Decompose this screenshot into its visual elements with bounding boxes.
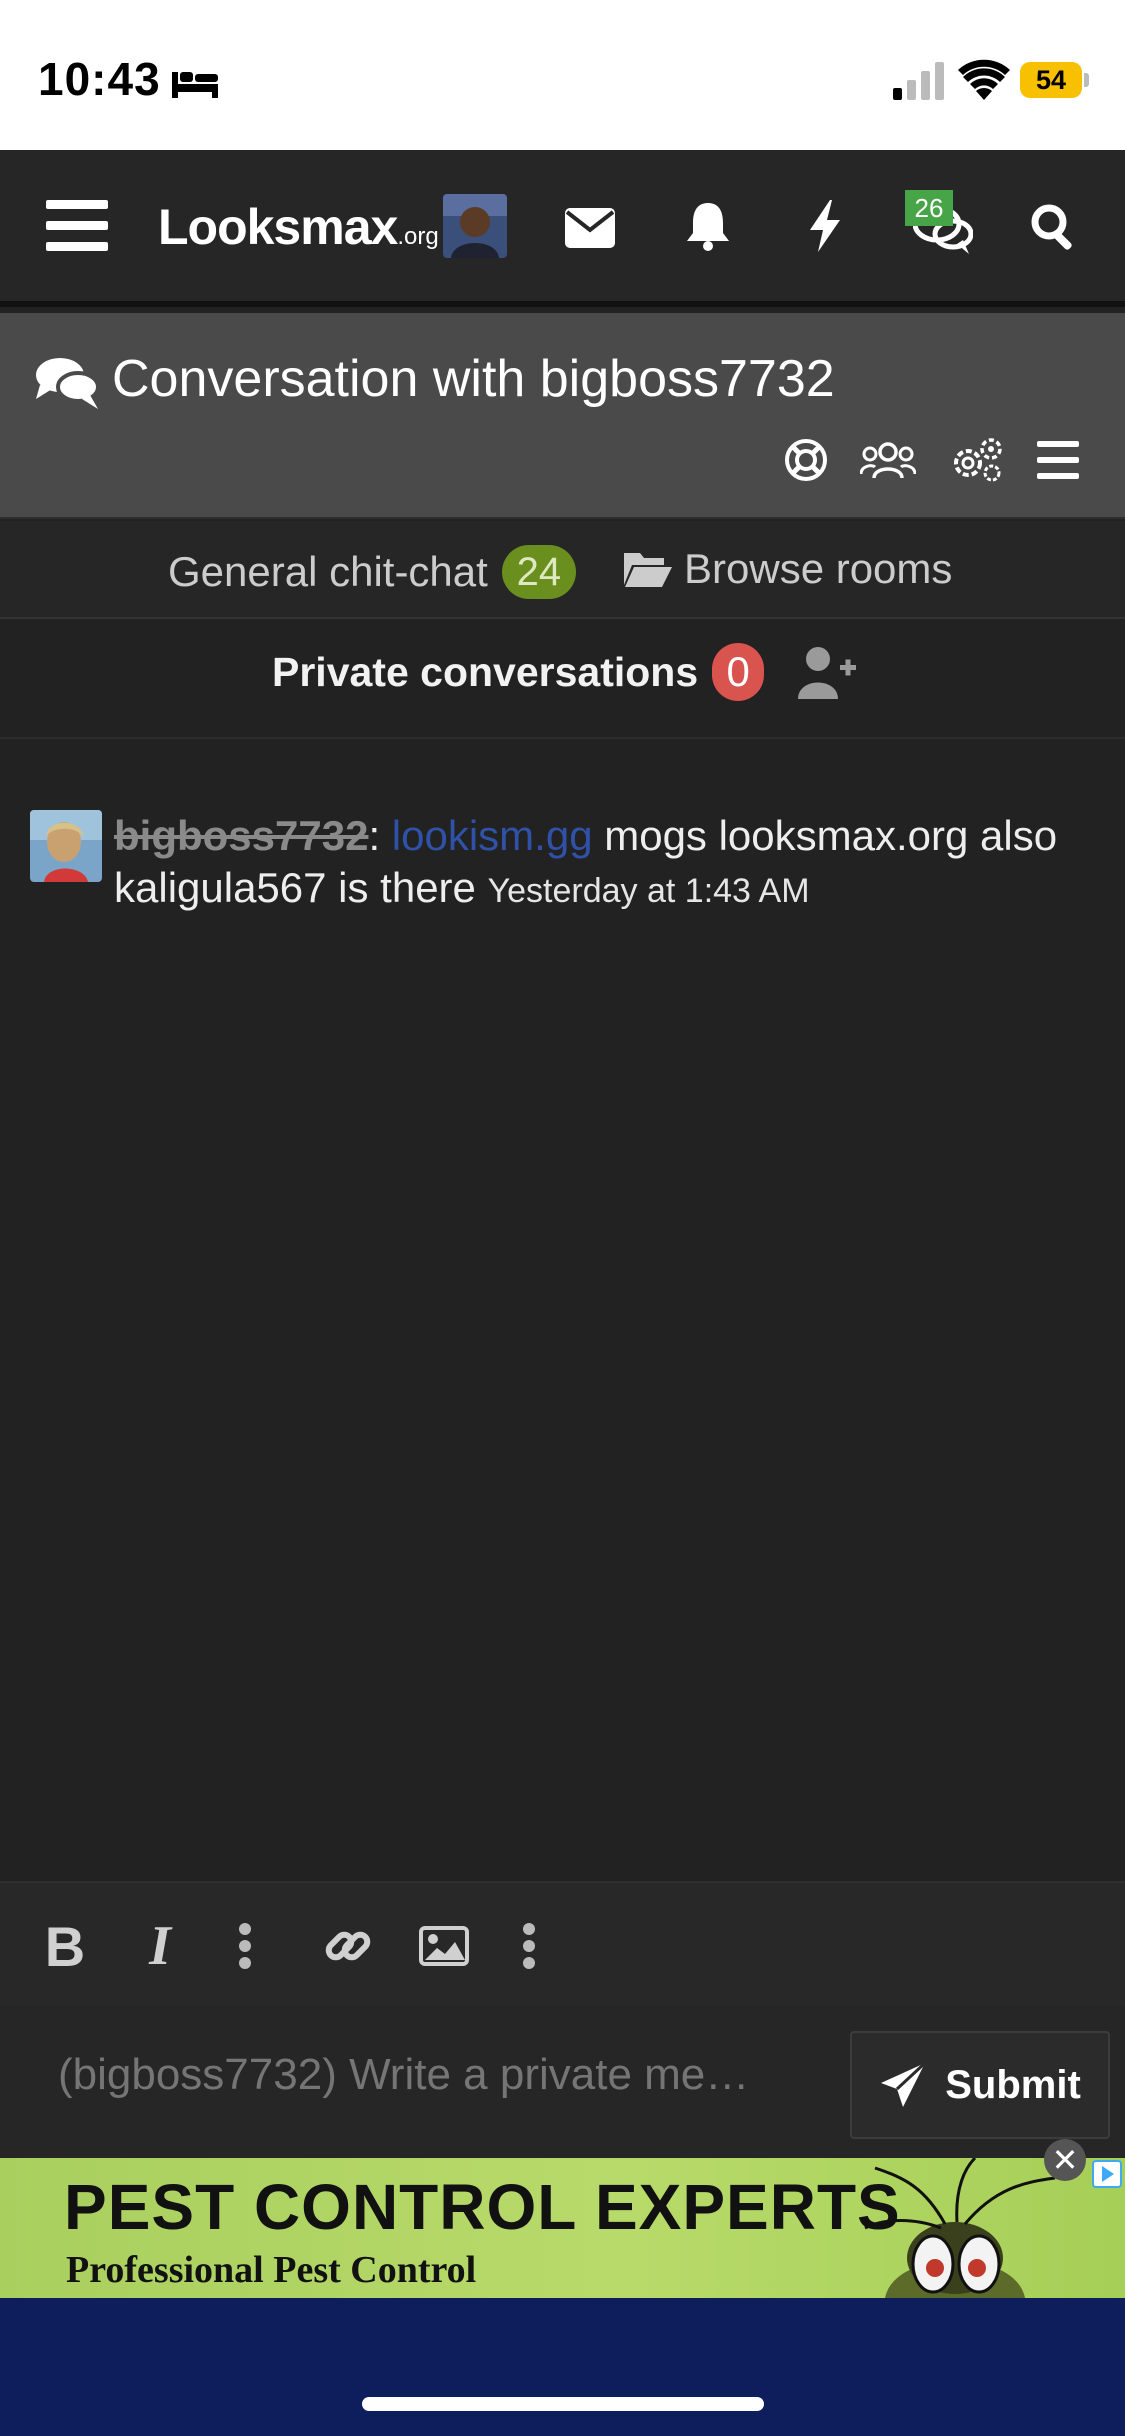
status-time: 10:43 <box>38 53 161 105</box>
top-navbar: Looksmax.org 26 <box>0 150 1125 307</box>
lifebuoy-icon[interactable] <box>778 435 834 485</box>
gears-icon[interactable] <box>948 435 1004 485</box>
paper-plane-icon <box>881 2061 927 2107</box>
message-link[interactable]: lookism.gg <box>392 812 593 859</box>
menu-icon[interactable] <box>40 194 114 258</box>
bottom-safe-area <box>0 2298 1125 2436</box>
private-conversations-toggle[interactable]: Private conversations 0 <box>272 643 765 701</box>
message-author[interactable]: bigboss7732 <box>114 812 368 859</box>
page-title: Conversation with bigboss7732 <box>112 350 835 408</box>
editor-toolbar: B I <box>0 1881 1125 2005</box>
cellular-signal-icon <box>893 62 944 100</box>
message-list: bigboss7732: lookism.gg mogs looksmax.or… <box>0 741 1125 1881</box>
link-icon[interactable] <box>318 1917 378 1975</box>
battery-cap <box>1084 73 1089 87</box>
ad-subtitle: Professional Pest Control <box>66 2249 477 2291</box>
chat-icon[interactable]: 26 <box>905 190 975 262</box>
battery-level: 54 <box>1020 62 1082 98</box>
private-conversations-bar: Private conversations 0 <box>0 621 1125 739</box>
user-avatar[interactable] <box>443 194 507 258</box>
logo-suffix: .org <box>397 223 439 250</box>
status-bar: 10:43 54 <box>0 0 1125 150</box>
more-formatting-icon[interactable] <box>230 1917 260 1975</box>
message-timestamp: Yesterday at 1:43 AM <box>487 872 810 910</box>
search-icon[interactable] <box>1025 198 1083 256</box>
chat-count-badge: 26 <box>905 190 953 226</box>
composer: Submit <box>0 2005 1125 2158</box>
submit-button[interactable]: Submit <box>850 2031 1110 2139</box>
bug-illustration <box>864 2158 1056 2298</box>
bed-icon <box>172 72 218 98</box>
message-author-avatar[interactable] <box>30 810 102 882</box>
room-general-count: 24 <box>501 545 576 599</box>
more-insert-icon[interactable] <box>514 1917 544 1975</box>
list-menu-icon[interactable] <box>1030 435 1086 485</box>
private-conversations-count: 0 <box>712 643 765 701</box>
users-icon[interactable] <box>860 435 916 485</box>
wifi-icon <box>958 59 1010 100</box>
bolt-icon[interactable] <box>800 194 850 258</box>
ad-close-button[interactable]: ✕ <box>1044 2139 1086 2181</box>
image-icon[interactable] <box>416 1917 472 1975</box>
room-general-chit-chat[interactable]: General chit-chat 24 <box>168 545 576 599</box>
room-general-label: General chit-chat <box>168 548 488 595</box>
folder-open-icon <box>624 553 672 587</box>
message-item: bigboss7732: lookism.gg mogs looksmax.or… <box>30 810 1100 917</box>
rooms-bar: General chit-chat 24 Browse rooms <box>0 521 1125 619</box>
ad-choices-icon[interactable] <box>1092 2160 1122 2188</box>
conversation-header: Conversation with bigboss7732 <box>0 313 1125 519</box>
browse-rooms-link[interactable]: Browse rooms <box>622 545 952 593</box>
logo-main: Looksmax <box>158 199 398 255</box>
home-indicator[interactable] <box>362 2397 764 2411</box>
private-conversations-label: Private conversations <box>272 648 699 695</box>
add-user-icon[interactable] <box>798 645 856 701</box>
mail-icon[interactable] <box>562 200 618 256</box>
browse-rooms-label: Browse rooms <box>684 545 953 592</box>
italic-button[interactable]: I <box>138 1915 182 1977</box>
private-message-input[interactable] <box>58 2043 838 2107</box>
submit-label: Submit <box>945 2062 1081 2107</box>
bell-icon[interactable] <box>680 196 736 256</box>
site-logo[interactable]: Looksmax.org <box>158 198 439 256</box>
battery-indicator: 54 <box>1020 60 1090 100</box>
ad-title: PEST CONTROL EXPERTS <box>64 2171 901 2243</box>
comments-icon <box>36 358 100 409</box>
message-separator: : <box>368 812 381 859</box>
bold-button[interactable]: B <box>40 1915 90 1978</box>
